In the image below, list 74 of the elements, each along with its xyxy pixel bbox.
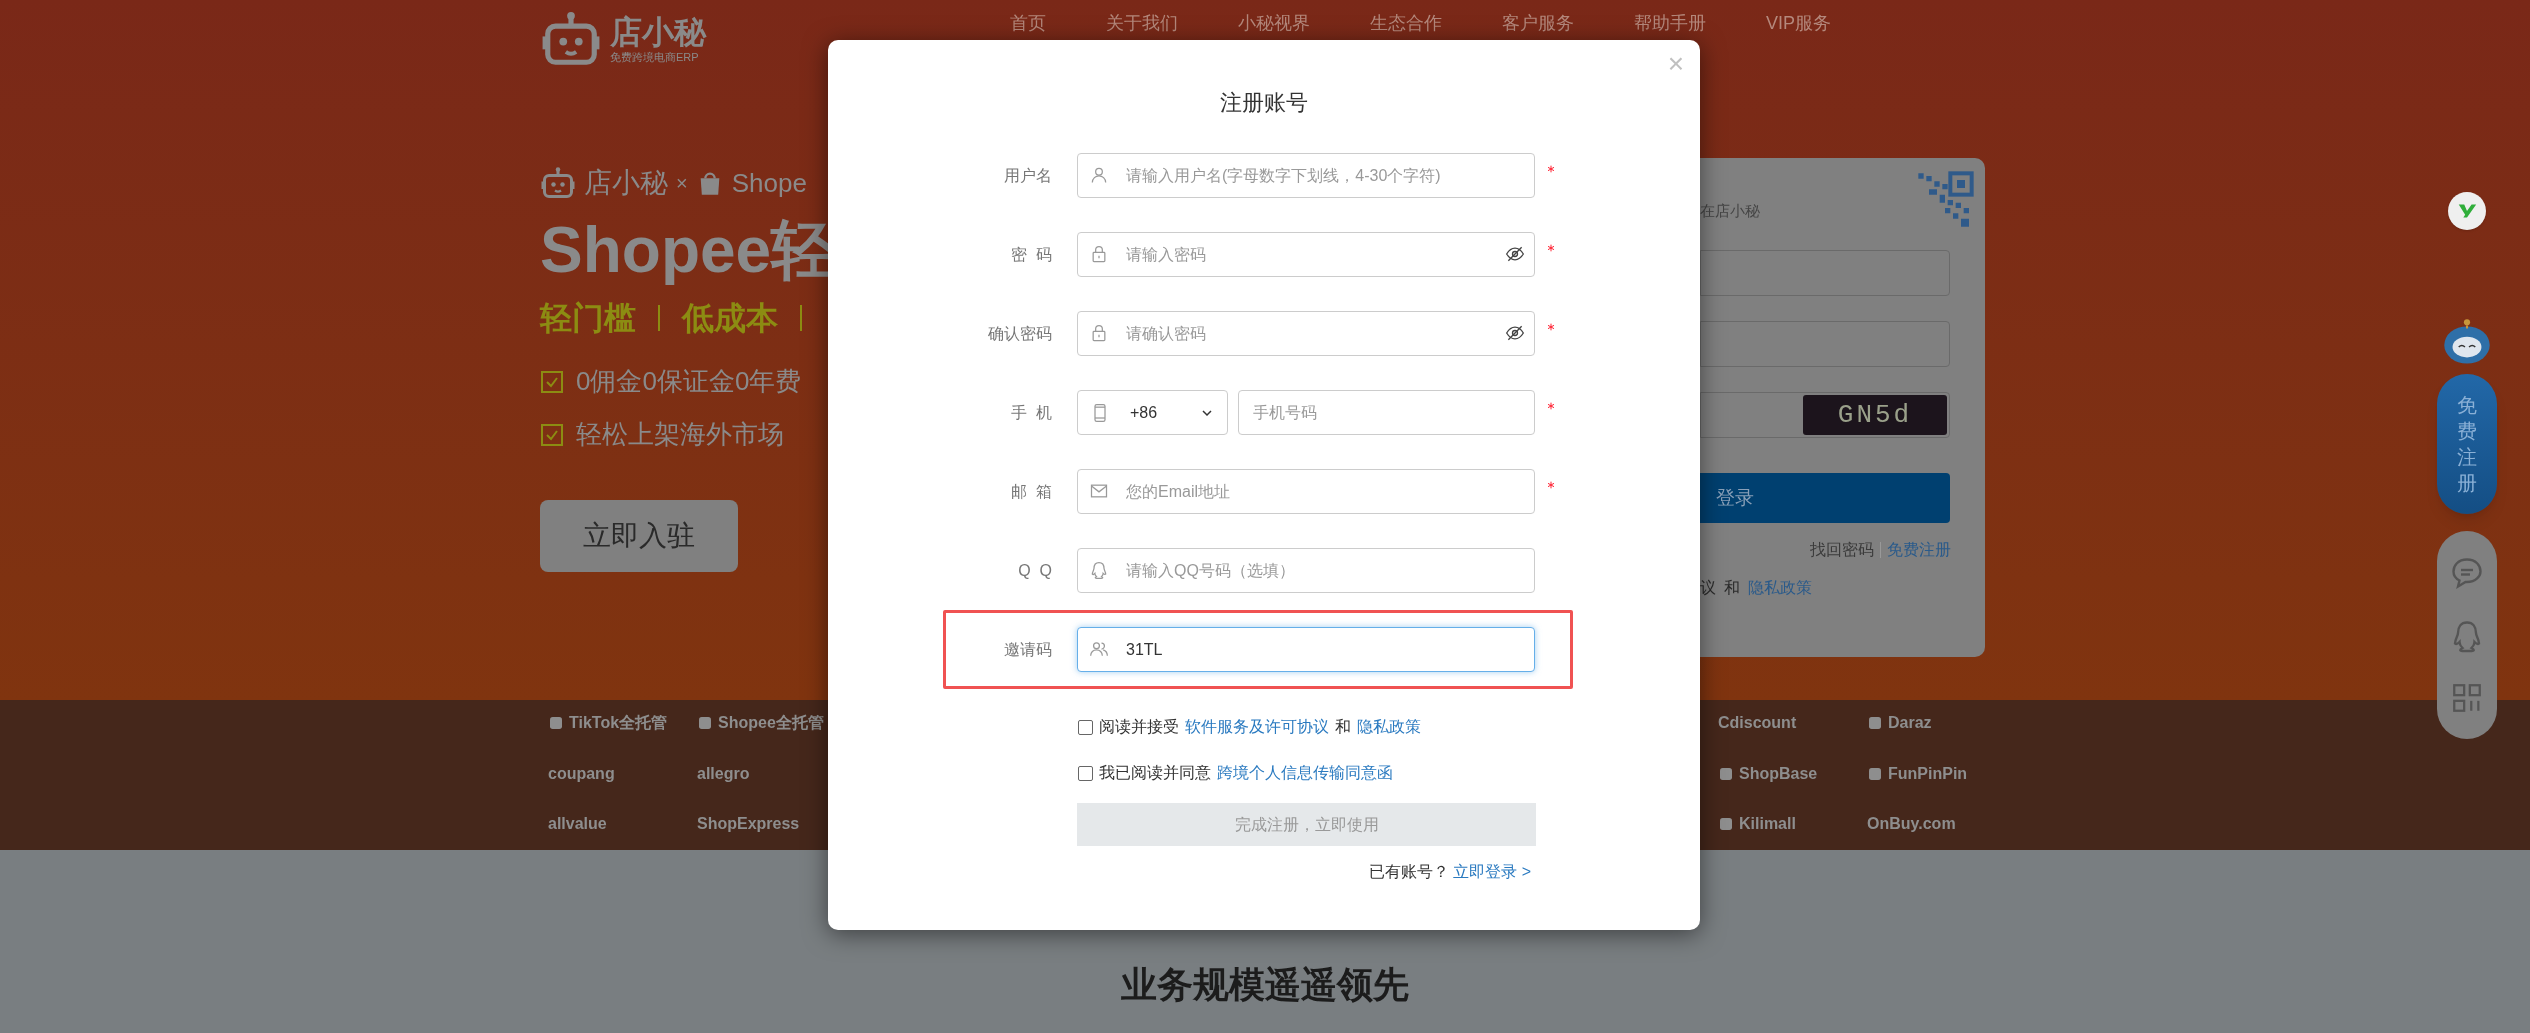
- input-field[interactable]: 请输入用户名(字母数字下划线，4-30个字符): [1077, 153, 1535, 198]
- card-input-field[interactable]: [1700, 250, 1950, 296]
- field-label: 手 机: [1010, 402, 1052, 423]
- logo-name: 店小秘: [610, 14, 706, 50]
- nav-link[interactable]: VIP服务: [1766, 10, 1831, 37]
- eye-slash-icon[interactable]: [1505, 323, 1525, 343]
- partner-logo: allvalue: [548, 814, 607, 835]
- join-now-button[interactable]: 立即入驻: [540, 500, 738, 572]
- nav-link[interactable]: 客户服务: [1502, 10, 1574, 37]
- partner-logo: OnBuy.com: [1867, 814, 1956, 835]
- country-code-select[interactable]: +86: [1077, 390, 1228, 435]
- close-button[interactable]: ×: [1667, 50, 1684, 78]
- partner-name: Shope: [731, 166, 807, 200]
- brand-name: 店小秘: [584, 166, 668, 200]
- partner-logo: Shopee全托管: [718, 713, 824, 733]
- card-input-field[interactable]: [1700, 321, 1950, 367]
- dialog-title: 注册账号: [1219, 89, 1309, 117]
- agreement-link[interactable]: 跨境个人信息传输同意函: [1217, 761, 1393, 785]
- nav-link[interactable]: 帮助手册: [1634, 10, 1706, 37]
- partner-logo: Cdiscount: [1718, 713, 1797, 733]
- user-icon: [1089, 165, 1109, 185]
- login-prompt-text: 已有账号？: [1369, 862, 1450, 882]
- eye-slash-icon[interactable]: [1505, 244, 1525, 264]
- partner-logo: FunPinPin: [1888, 763, 1968, 784]
- partner-logo: ShopBase: [1739, 763, 1818, 784]
- partner-logo: Kilimall: [1739, 814, 1796, 835]
- partner-logo: coupang: [548, 763, 615, 784]
- privacy-link[interactable]: 隐私政策: [1748, 576, 1812, 600]
- checkbox[interactable]: [1078, 765, 1093, 781]
- partner-logo: ShopExpress: [697, 814, 800, 835]
- captcha-input-field[interactable]: GN5d: [1700, 392, 1950, 438]
- agreement-link[interactable]: 软件服务及许可协议: [1185, 715, 1329, 739]
- hero-headline: Shopee轻: [540, 213, 837, 288]
- partner-logo: TikTok全托管: [569, 713, 668, 733]
- input-field[interactable]: 您的Email地址: [1077, 469, 1535, 514]
- login-link[interactable]: 立即登录 >: [1453, 860, 1531, 884]
- logo-tagline: 免费跨境电商ERP: [610, 50, 700, 64]
- field-label: 邀请码: [1003, 639, 1052, 660]
- section-title: 业务规模遥遥领先: [1121, 963, 1409, 1007]
- agreement-text: 议: [1700, 578, 1716, 598]
- nav-link[interactable]: 小秘视界: [1238, 10, 1310, 37]
- partner-logo: allegro: [697, 763, 750, 784]
- penguin-icon: [1089, 560, 1109, 580]
- nav-link[interactable]: 关于我们: [1106, 10, 1178, 37]
- checkbox[interactable]: [1078, 719, 1093, 735]
- free-register-button[interactable]: 免费注册: [2437, 374, 2497, 514]
- field-label: 邮 箱: [1010, 481, 1052, 502]
- nav-link[interactable]: 生态合作: [1370, 10, 1442, 37]
- input-field[interactable]: 31TL: [1077, 627, 1535, 672]
- input-field[interactable]: 手机号码: [1238, 390, 1535, 435]
- agreement-text: 和: [1724, 578, 1740, 598]
- agreement-text: 阅读并接受 软件服务及许可协议 和 隐私政策: [1099, 715, 1421, 739]
- login-button[interactable]: 登录: [1700, 473, 1950, 523]
- two-people-icon: [1089, 639, 1109, 659]
- input-field[interactable]: 请确认密码: [1077, 311, 1535, 356]
- input-field[interactable]: 请输入QQ号码（选填）: [1077, 548, 1535, 593]
- agreement-text: 我已阅读并同意 跨境个人信息传输同意函: [1099, 761, 1393, 785]
- robot-logo-icon: [540, 165, 576, 201]
- nav-link[interactable]: 首页: [1010, 10, 1046, 37]
- forgot-password-link[interactable]: 找回密码: [1810, 538, 1874, 562]
- feature-text: 0佣金0保证金0年费: [576, 365, 802, 398]
- captcha-image[interactable]: GN5d: [1803, 395, 1947, 435]
- field-label: 确认密码: [987, 323, 1052, 344]
- input-field[interactable]: 请输入密码: [1077, 232, 1535, 277]
- field-label: 用户名: [1003, 165, 1052, 186]
- feature-text: 轻松上架海外市场: [576, 418, 784, 451]
- hero-tag: 轻门槛: [540, 294, 636, 342]
- field-label: 密 码: [1010, 244, 1052, 265]
- agreement-link[interactable]: 隐私政策: [1357, 715, 1421, 739]
- partner-logo: Daraz: [1888, 713, 1932, 733]
- hero-tag: 低成本: [682, 294, 778, 342]
- register-link[interactable]: 免费注册: [1887, 538, 1951, 562]
- cross-sign: ×: [676, 171, 688, 196]
- field-label: Q Q: [1017, 560, 1052, 581]
